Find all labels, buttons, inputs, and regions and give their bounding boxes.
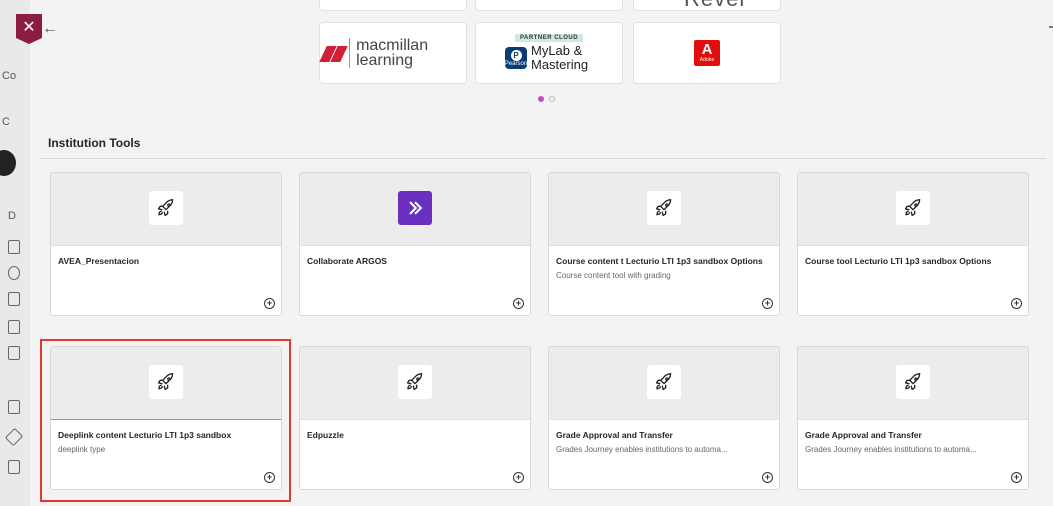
tool-card-title: Course content t Lecturio LTI 1p3 sandbo… [556,256,763,266]
section-divider [40,158,1046,159]
macmillan-logo-icon [319,44,348,62]
partner-carousel: Revel macmillan learning PARTNER CLOUD P… [30,0,1053,120]
tool-card[interactable]: Grade Approval and Transfer Grades Journe… [548,346,780,490]
lock-icon [8,320,20,334]
tool-card[interactable]: Collaborate ARGOS + [299,172,531,316]
tool-card-description: Course content tool with grading [556,271,671,280]
rocket-icon [896,191,930,225]
back-arrow-icon[interactable]: ← [42,20,58,38]
partner-card-top[interactable] [320,0,466,10]
background-course-frame: Co C D [0,0,33,506]
tool-card[interactable]: Edpuzzle + [299,346,531,490]
tool-card-banner [51,347,281,420]
image-icon [8,292,20,306]
tool-card[interactable]: Course content t Lecturio LTI 1p3 sandbo… [548,172,780,316]
tool-card-banner [549,347,779,420]
tool-card-banner [300,173,530,246]
carousel-pagination [538,96,555,102]
tool-card-banner [798,347,1028,420]
background-fragment: C [2,116,10,128]
plus-circle-icon[interactable]: + [1011,298,1022,309]
adobe-logo-icon: A Adobe [694,40,720,66]
tool-card-banner [798,173,1028,246]
tool-card-banner [51,173,281,246]
revel-logo-text: Revel [684,0,745,12]
partner-card-adobe[interactable]: A Adobe [634,23,780,83]
tool-card-title: Grade Approval and Transfer [556,430,673,440]
plus-circle-icon[interactable]: + [264,298,275,309]
tool-card-description: deeplink type [58,445,106,454]
plus-circle-icon[interactable]: + [513,472,524,483]
carousel-dot-1[interactable] [538,96,544,102]
tool-card-description: Grades Journey enables institutions to a… [556,445,728,454]
tool-card-banner [549,173,779,246]
rocket-icon [149,365,183,399]
partner-card-top[interactable] [476,0,622,10]
partner-card-revel[interactable]: Revel [634,0,780,12]
tool-card-title: Edpuzzle [307,430,344,440]
tool-card-title: AVEA_Presentacion [58,256,140,266]
carousel-dot-2[interactable] [549,96,555,102]
rocket-icon [398,365,432,399]
tool-card-title: Grade Approval and Transfer [805,430,922,440]
tool-card-title: Deeplink content Lecturio LTI 1p3 sandbo… [58,430,232,440]
plus-circle-icon[interactable]: + [513,298,524,309]
background-fragment: D [8,210,16,222]
gradebook-icon [8,460,20,474]
link-icon [4,427,24,447]
avatar [0,150,16,176]
plus-circle-icon[interactable]: + [762,298,773,309]
mylab-logo-text: MyLab & Mastering [531,43,589,72]
rocket-icon [647,365,681,399]
section-title: Institution Tools [48,136,141,150]
background-fragment: Co [2,70,17,82]
tool-card[interactable]: Deeplink content Lecturio LTI 1p3 sandbo… [50,346,282,490]
rocket-icon [149,191,183,225]
partner-card-mylab[interactable]: PARTNER CLOUD P Pearson MyLab & Masterin… [476,23,622,83]
pearson-logo-icon: P Pearson [505,47,527,69]
calendar-icon [8,346,20,360]
chevron-right-icon [398,191,432,225]
tool-card-title: Course tool Lecturio LTI 1p3 sandbox Opt… [805,256,992,266]
tool-card[interactable]: Grade Approval and Transfer Grades Journe… [797,346,1029,490]
tool-card-banner [300,347,530,420]
tools-panel: Revel macmillan learning PARTNER CLOUD P… [30,0,1053,506]
search-icon [8,240,20,254]
plus-circle-icon[interactable]: + [762,472,773,483]
tool-card[interactable]: AVEA_Presentacion + [50,172,282,316]
rocket-icon [896,365,930,399]
partner-cloud-badge: PARTNER CLOUD [514,34,584,42]
plus-circle-icon[interactable]: + [264,472,275,483]
pearson-logo-text: Pearson [504,60,528,67]
tool-card[interactable]: Course tool Lecturio LTI 1p3 sandbox Opt… [797,172,1029,316]
tool-card-title: Collaborate ARGOS [307,256,387,266]
document-icon [8,400,20,414]
clock-icon [8,266,20,280]
plus-circle-icon[interactable]: + [1011,472,1022,483]
tool-card-description: Grades Journey enables institutions to a… [805,445,977,454]
rocket-icon [647,191,681,225]
close-panel-button[interactable]: ✕ [16,14,42,44]
partner-card-macmillan[interactable]: macmillan learning [319,23,466,83]
macmillan-logo-text: macmillan learning [349,38,466,69]
